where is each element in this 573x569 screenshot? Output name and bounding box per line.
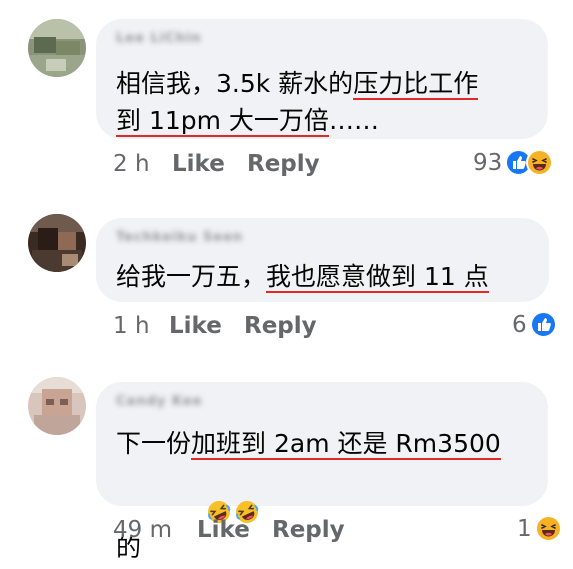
- author-name[interactable]: Lee LiChin: [116, 31, 202, 46]
- underlined-text: 我也愿意做到 11 点: [266, 262, 489, 293]
- reply-button[interactable]: Reply: [244, 313, 317, 339]
- like-button[interactable]: Like: [169, 313, 222, 339]
- reaction-summary[interactable]: 93: [473, 149, 554, 176]
- reaction-summary[interactable]: 6: [512, 311, 557, 338]
- reaction-summary[interactable]: 1: [517, 515, 562, 542]
- avatar[interactable]: [28, 377, 86, 435]
- comment-text: ……: [328, 106, 379, 135]
- comment-bubble: Lee LiChin 相信我，3.5k 薪水的压力比工作 到 11pm 大一万倍…: [96, 19, 548, 139]
- like-button[interactable]: Like: [197, 517, 250, 543]
- haha-icon: [534, 515, 562, 542]
- comment-text: 给我一万五，: [116, 262, 267, 291]
- comment-text-line-1: 给我一万五，我也愿意做到 11 点: [116, 259, 489, 294]
- author-name[interactable]: Techkeiku Seen: [116, 230, 243, 245]
- avatar[interactable]: [28, 19, 86, 77]
- underlined-text: 压力比工作: [353, 69, 479, 100]
- reaction-count: 93: [473, 149, 503, 176]
- timestamp[interactable]: 1 h: [113, 313, 150, 339]
- timestamp[interactable]: 2 h: [113, 151, 150, 177]
- comment-text: 相信我，3.5k 薪水的: [116, 69, 354, 98]
- comment-bubble: Candy Kee 下一份加班到 2am 还是 Rm3500 的: [96, 382, 548, 562]
- comment-text-line-2: 到 11pm 大一万倍……: [116, 103, 379, 138]
- reply-button[interactable]: Reply: [247, 151, 320, 177]
- like-button[interactable]: Like: [172, 151, 225, 177]
- rofl-emoji-icon: [170, 464, 258, 523]
- underlined-text: 到 11pm 大一万倍: [116, 106, 329, 137]
- haha-icon: [526, 149, 554, 176]
- comment-text-line-1: 相信我，3.5k 薪水的压力比工作: [116, 66, 479, 101]
- reply-button[interactable]: Reply: [272, 517, 345, 543]
- timestamp[interactable]: 49 m: [113, 517, 172, 543]
- comment-text: 下一份: [116, 429, 192, 458]
- comment-bubble: Techkeiku Seen 给我一万五，我也愿意做到 11 点: [96, 218, 549, 302]
- rofl-emoji-icon: [142, 464, 230, 523]
- comment-meta: 1 h Like Reply: [0, 313, 573, 343]
- reaction-count: 1: [517, 515, 532, 542]
- like-icon: [529, 311, 557, 338]
- underlined-text: 加班到 2am 还是 Rm3500: [191, 429, 501, 460]
- comment-text-line-1: 下一份加班到 2am 还是 Rm3500: [116, 426, 501, 461]
- avatar[interactable]: [28, 214, 86, 272]
- comment-text-line-2: 的: [116, 464, 258, 565]
- reaction-count: 6: [512, 311, 527, 338]
- author-name[interactable]: Candy Kee: [116, 394, 202, 409]
